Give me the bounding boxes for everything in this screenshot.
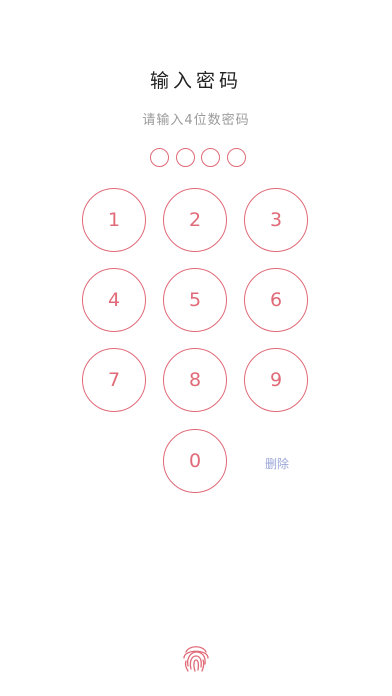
keypad-key-8[interactable]: 8 bbox=[163, 348, 227, 412]
keypad-key-3[interactable]: 3 bbox=[244, 188, 308, 252]
keypad-key-2[interactable]: 2 bbox=[163, 188, 227, 252]
keypad-key-5[interactable]: 5 bbox=[163, 268, 227, 332]
keypad-key-0[interactable]: 0 bbox=[163, 429, 227, 493]
pin-dot bbox=[150, 148, 169, 167]
pin-dot bbox=[226, 148, 246, 167]
keypad-key-9[interactable]: 9 bbox=[244, 348, 308, 412]
pin-prompt: 请输入4位数密码 bbox=[142, 113, 250, 128]
delete-button[interactable]: 删除 bbox=[255, 451, 299, 475]
keypad-key-1[interactable]: 1 bbox=[82, 188, 146, 252]
pin-indicator bbox=[150, 148, 246, 169]
keypad-key-6[interactable]: 6 bbox=[244, 268, 308, 332]
page-title: 输入密码 bbox=[149, 70, 242, 92]
keypad-key-7[interactable]: 7 bbox=[82, 348, 146, 412]
fingerprint-icon[interactable] bbox=[178, 640, 214, 676]
pin-dot bbox=[175, 148, 195, 167]
pin-dot bbox=[201, 148, 221, 167]
keypad-key-4[interactable]: 4 bbox=[82, 268, 146, 332]
